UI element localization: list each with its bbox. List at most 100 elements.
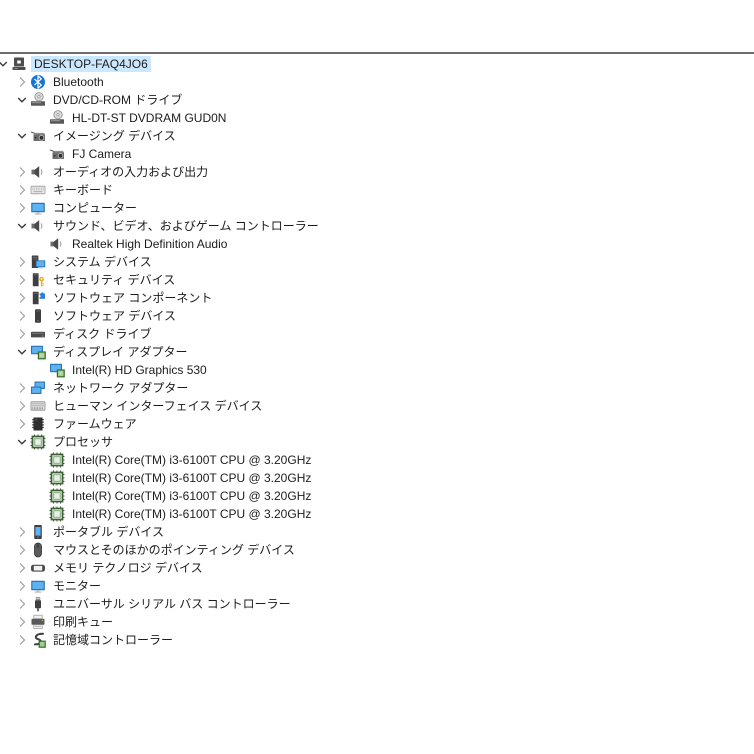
tree-item[interactable]: ヒューマン インターフェイス デバイス: [14, 397, 754, 415]
tree-item-label: メモリ テクノロジ デバイス: [50, 560, 206, 576]
chevron-expanded-icon[interactable]: [14, 128, 30, 144]
chevron-placeholder: [33, 470, 49, 486]
tree-item-label: ソフトウェア デバイス: [50, 308, 179, 324]
tree-item[interactable]: ソフトウェア コンポーネント: [14, 289, 754, 307]
tree-item[interactable]: ポータブル デバイス: [14, 523, 754, 541]
tree-item-label: マウスとそのほかのポインティング デバイス: [50, 542, 298, 558]
tree-item-label: ユニバーサル シリアル バス コントローラー: [50, 596, 294, 612]
memory-device-icon: [30, 560, 46, 576]
firmware-icon: [30, 416, 46, 432]
chevron-collapsed-icon[interactable]: [14, 272, 30, 288]
tree-item[interactable]: Bluetooth: [14, 73, 754, 91]
chevron-placeholder: [33, 488, 49, 504]
chevron-placeholder: [33, 452, 49, 468]
tree-item[interactable]: マウスとそのほかのポインティング デバイス: [14, 541, 754, 559]
chevron-expanded-icon[interactable]: [14, 218, 30, 234]
tree-item-root[interactable]: DESKTOP-FAQ4JO6: [0, 55, 754, 73]
tree-item-label: オーディオの入力および出力: [50, 164, 211, 180]
chevron-collapsed-icon[interactable]: [14, 164, 30, 180]
tree-item-label: DESKTOP-FAQ4JO6: [31, 56, 151, 72]
tree-item-label: ヒューマン インターフェイス デバイス: [50, 398, 265, 414]
chevron-expanded-icon[interactable]: [14, 434, 30, 450]
tree-item[interactable]: システム デバイス: [14, 253, 754, 271]
tree-item[interactable]: セキュリティ デバイス: [14, 271, 754, 289]
usb-controller-icon: [30, 596, 46, 612]
processor-icon: [30, 434, 46, 450]
monitor-icon: [30, 578, 46, 594]
imaging-device-icon: [30, 128, 46, 144]
tree-item[interactable]: イメージング デバイス: [14, 127, 754, 145]
chevron-expanded-icon[interactable]: [14, 92, 30, 108]
tree-item[interactable]: ディスプレイ アダプター: [14, 343, 754, 361]
tree-item[interactable]: コンピューター: [14, 199, 754, 217]
tree-item[interactable]: DVD/CD-ROM ドライブ: [14, 91, 754, 109]
tree-item[interactable]: 記憶域コントローラー: [14, 631, 754, 649]
chevron-collapsed-icon[interactable]: [14, 416, 30, 432]
software-component-icon: [30, 290, 46, 306]
chevron-collapsed-icon[interactable]: [14, 632, 30, 648]
tree-item[interactable]: Intel(R) Core(TM) i3-6100T CPU @ 3.20GHz: [33, 469, 754, 487]
speaker-icon: [30, 218, 46, 234]
display-adapter-icon: [30, 344, 46, 360]
tree-item[interactable]: Realtek High Definition Audio: [33, 235, 754, 253]
tree-item-label: モニター: [50, 578, 104, 594]
chevron-collapsed-icon[interactable]: [14, 596, 30, 612]
chevron-collapsed-icon[interactable]: [14, 578, 30, 594]
chevron-collapsed-icon[interactable]: [14, 308, 30, 324]
tree-item[interactable]: 印刷キュー: [14, 613, 754, 631]
tree-item[interactable]: Intel(R) Core(TM) i3-6100T CPU @ 3.20GHz: [33, 505, 754, 523]
chevron-collapsed-icon[interactable]: [14, 542, 30, 558]
chevron-expanded-icon[interactable]: [0, 56, 11, 72]
chevron-collapsed-icon[interactable]: [14, 290, 30, 306]
mouse-icon: [30, 542, 46, 558]
tree-item[interactable]: サウンド、ビデオ、およびゲーム コントローラー: [14, 217, 754, 235]
tree-item[interactable]: ソフトウェア デバイス: [14, 307, 754, 325]
chevron-expanded-icon[interactable]: [14, 344, 30, 360]
chevron-collapsed-icon[interactable]: [14, 200, 30, 216]
print-queue-icon: [30, 614, 46, 630]
chevron-collapsed-icon[interactable]: [14, 398, 30, 414]
tree-item[interactable]: Intel(R) Core(TM) i3-6100T CPU @ 3.20GHz: [33, 487, 754, 505]
hid-icon: [30, 398, 46, 414]
tree-item[interactable]: Intel(R) Core(TM) i3-6100T CPU @ 3.20GHz: [33, 451, 754, 469]
tree-item-label: HL-DT-ST DVDRAM GUD0N: [69, 110, 229, 126]
tree-item[interactable]: ユニバーサル シリアル バス コントローラー: [14, 595, 754, 613]
processor-icon: [49, 470, 65, 486]
dvd-drive-icon: [30, 92, 46, 108]
chevron-collapsed-icon[interactable]: [14, 614, 30, 630]
monitor-icon: [30, 200, 46, 216]
tree-item[interactable]: ネットワーク アダプター: [14, 379, 754, 397]
chevron-collapsed-icon[interactable]: [14, 524, 30, 540]
tree-item-label: Intel(R) HD Graphics 530: [69, 362, 210, 378]
tree-item[interactable]: HL-DT-ST DVDRAM GUD0N: [33, 109, 754, 127]
tree-item[interactable]: オーディオの入力および出力: [14, 163, 754, 181]
tree-item-label: Intel(R) Core(TM) i3-6100T CPU @ 3.20GHz: [69, 488, 314, 504]
tree-item-label: DVD/CD-ROM ドライブ: [50, 92, 185, 108]
chevron-collapsed-icon[interactable]: [14, 74, 30, 90]
security-device-icon: [30, 272, 46, 288]
tree-item[interactable]: メモリ テクノロジ デバイス: [14, 559, 754, 577]
chevron-collapsed-icon[interactable]: [14, 254, 30, 270]
tree-item-label: ポータブル デバイス: [50, 524, 167, 540]
tree-item[interactable]: モニター: [14, 577, 754, 595]
chevron-collapsed-icon[interactable]: [14, 182, 30, 198]
chevron-placeholder: [33, 110, 49, 126]
tree-item[interactable]: FJ Camera: [33, 145, 754, 163]
device-tree: DESKTOP-FAQ4JO6BluetoothDVD/CD-ROM ドライブ H…: [0, 54, 754, 649]
speaker-icon: [30, 164, 46, 180]
tree-item[interactable]: ディスク ドライブ: [14, 325, 754, 343]
tree-item-label: イメージング デバイス: [50, 128, 179, 144]
chevron-collapsed-icon[interactable]: [14, 326, 30, 342]
chevron-collapsed-icon[interactable]: [14, 380, 30, 396]
tree-item[interactable]: Intel(R) HD Graphics 530: [33, 361, 754, 379]
tree-item-label: Realtek High Definition Audio: [69, 236, 230, 252]
tree-item[interactable]: ファームウェア: [14, 415, 754, 433]
dvd-drive-icon: [49, 110, 65, 126]
system-device-icon: [30, 254, 46, 270]
tree-item[interactable]: プロセッサ: [14, 433, 754, 451]
chevron-collapsed-icon[interactable]: [14, 560, 30, 576]
disk-drive-icon: [30, 326, 46, 342]
chevron-placeholder: [33, 362, 49, 378]
imaging-device-icon: [49, 146, 65, 162]
tree-item[interactable]: キーボード: [14, 181, 754, 199]
